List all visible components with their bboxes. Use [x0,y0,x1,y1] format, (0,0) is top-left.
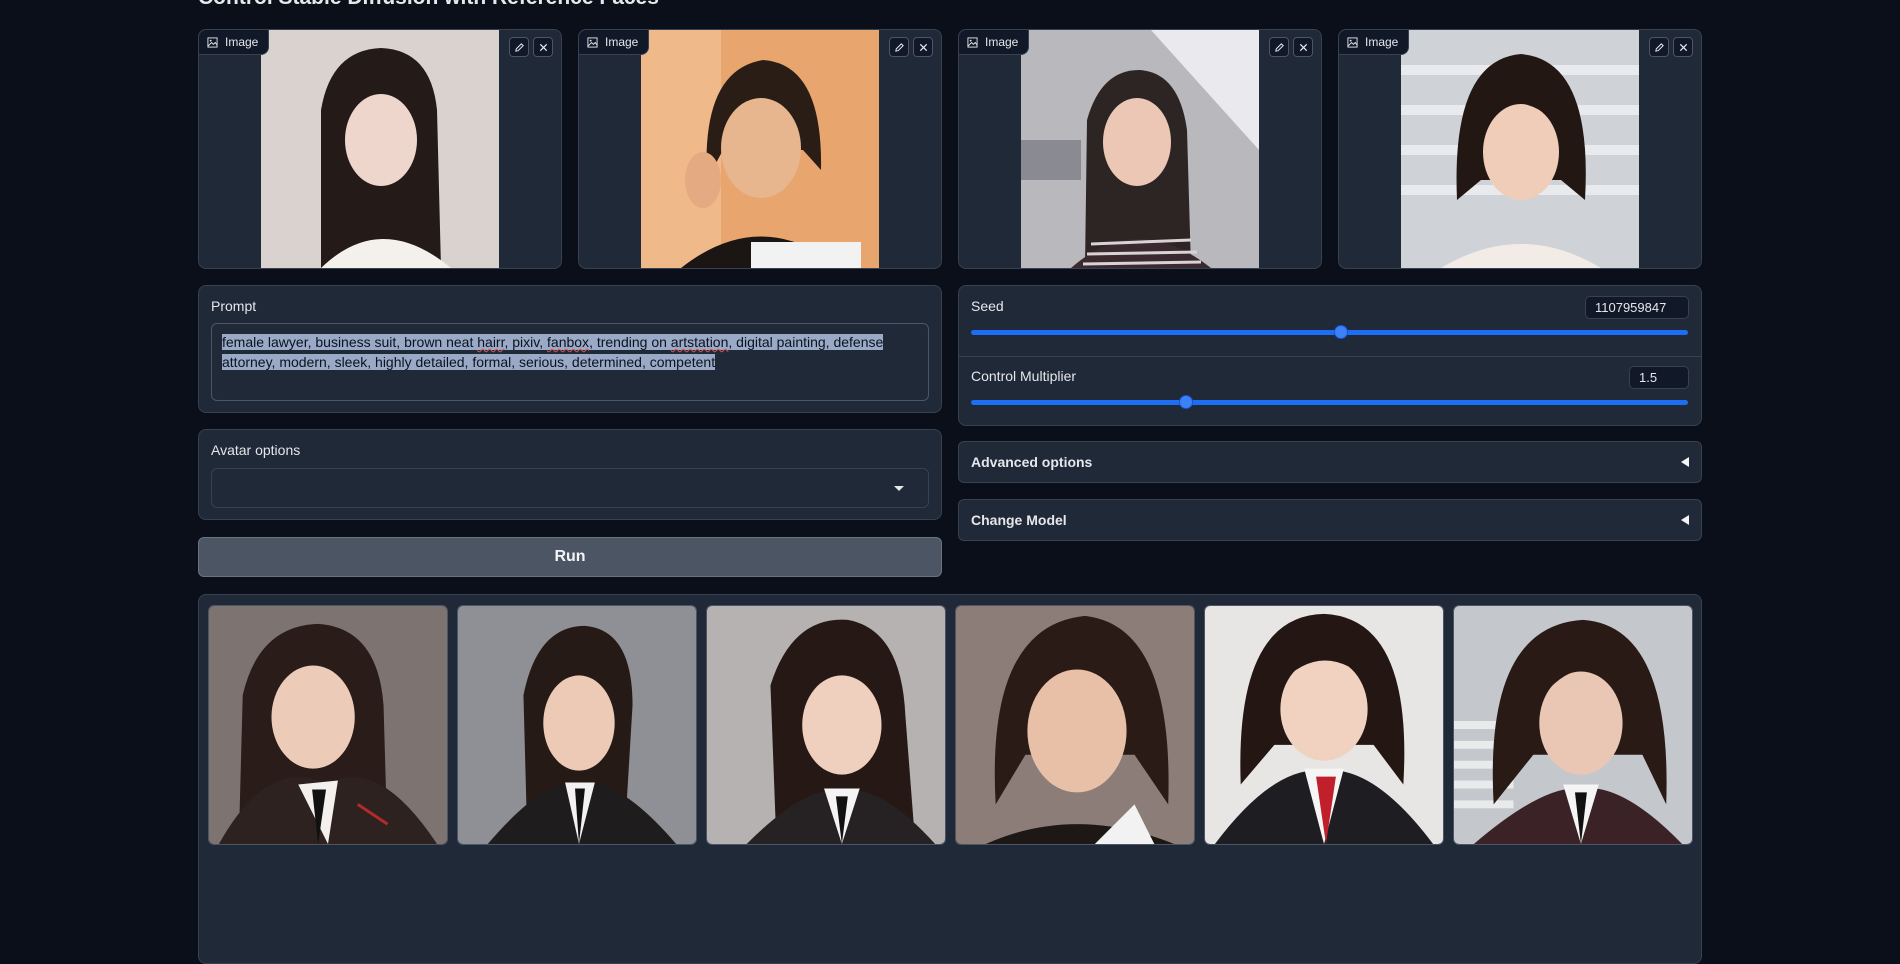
image-icon [1347,36,1358,48]
clear-image-button[interactable] [1673,37,1693,57]
gallery-image[interactable] [955,605,1195,845]
pencil-icon [1274,42,1284,52]
change-model-accordion[interactable]: Change Model [958,499,1702,541]
reference-photo-4 [1401,30,1639,268]
clear-image-button[interactable] [913,37,933,57]
image-label: Image [959,30,1030,55]
control-multiplier-slider-thumb[interactable] [1179,395,1194,409]
prompt-label: Prompt [211,298,257,314]
control-multiplier-label: Control Multiplier [971,368,1077,384]
edit-image-button[interactable] [1269,37,1289,57]
close-icon [1299,43,1307,51]
prompt-textarea[interactable]: female lawyer, business suit, brown neat… [211,323,929,401]
advanced-options-label: Advanced options [971,454,1093,470]
divider [959,356,1701,357]
image-label-text: Image [605,35,639,49]
avatar-options-panel: Avatar options [198,429,942,520]
gallery-image[interactable] [1453,605,1693,845]
triangle-left-icon [1681,515,1689,525]
reference-image-1[interactable]: Image [198,29,562,269]
avatar-options-label: Avatar options [211,442,301,458]
prompt-segment: , pixiv, [504,334,548,350]
pencil-icon [514,42,524,52]
reference-photo-2 [641,30,879,268]
seed-label: Seed [971,298,1004,314]
close-icon [1679,43,1687,51]
reference-photo-3 [1021,30,1259,268]
control-multiplier-input[interactable]: 1.5 [1629,366,1689,389]
prompt-panel: Prompt female lawyer, business suit, bro… [198,285,942,413]
triangle-left-icon [1681,457,1689,467]
reference-photo-1 [261,30,499,268]
edit-image-button[interactable] [1649,37,1669,57]
seed-slider-track [971,330,1688,335]
pencil-icon [1654,42,1664,52]
image-icon [967,36,978,48]
edit-image-button[interactable] [509,37,529,57]
image-label: Image [199,30,270,55]
page-title: Control Stable Diffusion with Reference … [198,0,659,10]
gallery-image[interactable] [457,605,697,845]
chevron-down-icon [894,486,904,491]
pencil-icon [894,42,904,52]
prompt-segment-misspelled: hairr [477,334,505,350]
sliders-panel: Seed 1107959847 Control Multiplier 1.5 [958,285,1702,426]
image-label: Image [579,30,650,55]
output-gallery [198,594,1702,964]
prompt-segment: female lawyer, business suit, brown neat [222,334,478,350]
image-label-text: Image [225,35,259,49]
image-label-text: Image [985,35,1019,49]
reference-image-2[interactable]: Image [578,29,942,269]
control-multiplier-slider-track [971,400,1688,405]
clear-image-button[interactable] [1293,37,1313,57]
reference-image-3[interactable]: Image [958,29,1322,269]
prompt-segment-misspelled: fanbox [547,334,590,350]
seed-slider[interactable] [971,323,1688,341]
control-multiplier-slider[interactable] [971,393,1688,411]
run-button[interactable]: Run [198,537,942,577]
gallery-image[interactable] [1204,605,1444,845]
gallery-image[interactable] [208,605,448,845]
reference-image-4[interactable]: Image [1338,29,1702,269]
seed-input[interactable]: 1107959847 [1585,296,1689,319]
edit-image-button[interactable] [889,37,909,57]
change-model-label: Change Model [971,512,1067,528]
image-label-text: Image [1365,35,1399,49]
prompt-text: female lawyer, business suit, brown neat… [222,334,884,370]
close-icon [539,43,547,51]
prompt-segment: , trending on [589,334,671,350]
clear-image-button[interactable] [533,37,553,57]
image-icon [587,36,598,48]
close-icon [919,43,927,51]
gallery-image[interactable] [706,605,946,845]
image-icon [207,36,218,48]
advanced-options-accordion[interactable]: Advanced options [958,441,1702,483]
avatar-options-dropdown[interactable] [211,468,929,508]
image-label: Image [1339,30,1410,55]
seed-slider-thumb[interactable] [1333,325,1348,339]
prompt-segment-misspelled: artstation [670,334,729,350]
